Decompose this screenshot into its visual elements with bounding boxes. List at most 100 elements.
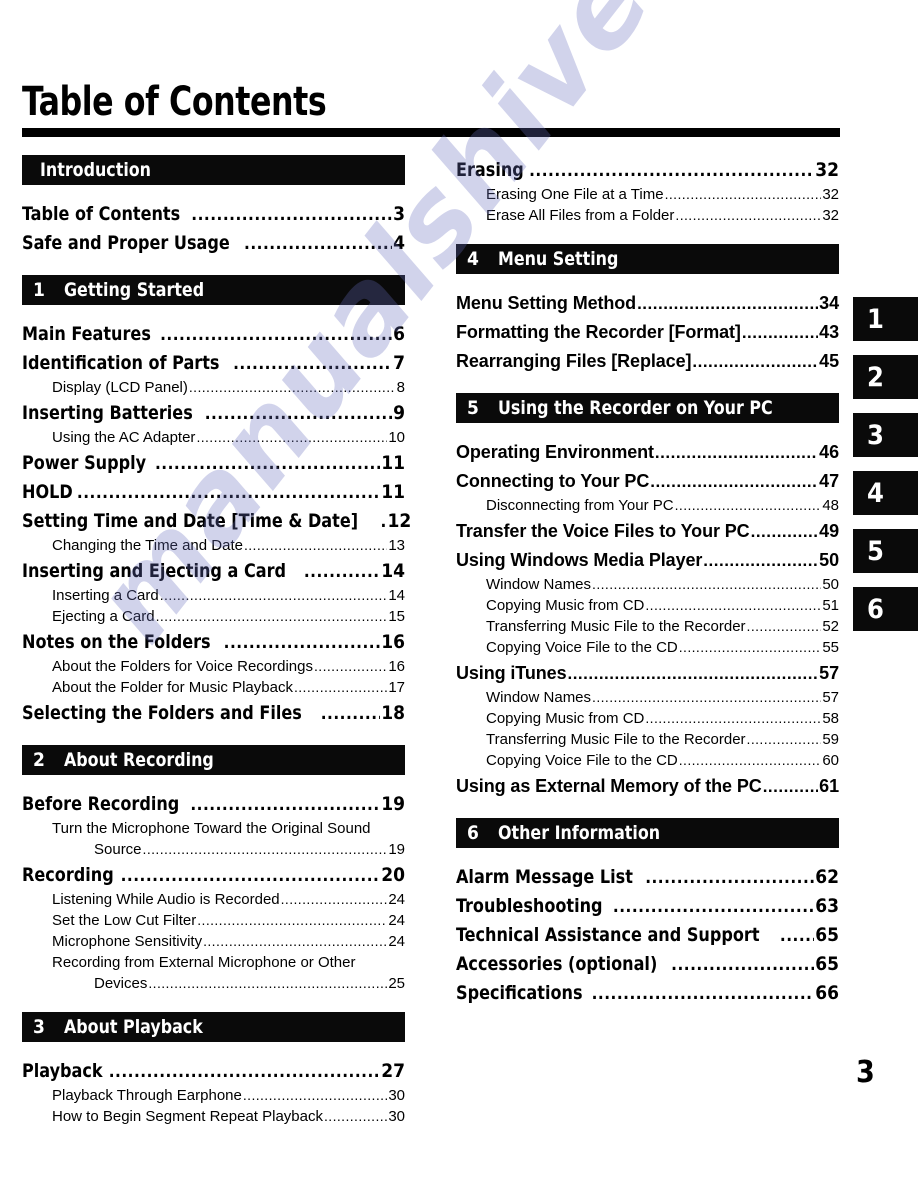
toc-entry-page: 63 [815, 895, 839, 917]
toc-entry[interactable]: Using as External Memory of the PC......… [456, 773, 839, 800]
toc-entry[interactable]: Transferring Music File to the Recorder.… [456, 729, 839, 750]
toc-entry[interactable]: Rearranging Files [Replace].............… [456, 348, 839, 375]
toc-entry[interactable]: Copying Music from CD...................… [456, 595, 839, 616]
toc-entry[interactable]: Source..................................… [22, 839, 405, 860]
toc-entry[interactable]: Alarm Message List......................… [456, 864, 839, 891]
toc-entry[interactable]: Inserting Batteries.....................… [22, 400, 405, 427]
toc-entry[interactable]: Using the AC Adapter....................… [22, 427, 405, 448]
toc-leader-dots: ........................................… [324, 1108, 388, 1124]
toc-entry[interactable]: How to Begin Segment Repeat Playback....… [22, 1106, 405, 1127]
toc-entry-text: Notes on the Folders [22, 631, 211, 653]
toc-leader-dots: ........................................… [612, 897, 815, 917]
thumb-tab-1[interactable]: 1 [853, 297, 918, 341]
toc-leader-dots: ........................................… [746, 618, 822, 634]
thumb-tab-3[interactable]: 3 [853, 413, 918, 457]
toc-entry-text: Inserting and Ejecting a Card [22, 560, 287, 582]
toc-entry-text[interactable]: Recording from External Microphone or Ot… [22, 952, 405, 973]
toc-entry[interactable]: Ejecting a Card.........................… [22, 606, 405, 627]
toc-entry-page: 11 [381, 481, 405, 503]
toc-entry[interactable]: Playback................................… [22, 1058, 405, 1085]
toc-entry-text: Inserting Batteries [22, 402, 193, 424]
toc-entry-page: 6 [393, 323, 405, 345]
toc-entry[interactable]: Specifications..........................… [456, 980, 839, 1007]
toc-entry[interactable]: Inserting and Ejecting a Card...........… [22, 558, 405, 585]
toc-entry[interactable]: Copying Voice File to the CD............… [456, 750, 839, 771]
toc-entry[interactable]: Main Features...........................… [22, 321, 405, 348]
thumb-tab-4[interactable]: 4 [853, 471, 918, 515]
toc-entry[interactable]: Notes on the Folders....................… [22, 629, 405, 656]
toc-entry-text: Recording [22, 864, 114, 886]
toc-entry[interactable]: Transferring Music File to the Recorder.… [456, 616, 839, 637]
toc-entry[interactable]: HOLD....................................… [22, 479, 405, 506]
toc-leader-dots: ........................................… [645, 710, 822, 726]
toc-entry[interactable]: Window Names............................… [456, 574, 839, 595]
toc-entry[interactable]: Recording...............................… [22, 862, 405, 889]
toc-entry[interactable]: Inserting a Card........................… [22, 585, 405, 606]
toc-leader-dots: ........................................… [320, 704, 380, 724]
toc-entry[interactable]: Formatting the Recorder [Format]........… [456, 319, 839, 346]
toc-entry[interactable]: Technical Assistance and Support........… [456, 922, 839, 949]
toc-entry[interactable]: Selecting the Folders and Files.........… [22, 700, 405, 727]
toc-entry[interactable]: Power Supply............................… [22, 450, 405, 477]
toc-entry[interactable]: Troubleshooting.........................… [456, 893, 839, 920]
toc-entry-text: Troubleshooting [456, 895, 603, 917]
toc-entry[interactable]: Operating Environment...................… [456, 439, 839, 466]
toc-entry[interactable]: About the Folders for Voice Recordings..… [22, 656, 405, 677]
toc-entry-page: 19 [388, 841, 405, 858]
toc-entry-text: Power Supply [22, 452, 147, 474]
toc-entry[interactable]: Transfer the Voice Files to Your PC.....… [456, 518, 839, 545]
thumb-tab-2[interactable]: 2 [853, 355, 918, 399]
toc-entry-page: 62 [815, 866, 839, 888]
toc-entry[interactable]: Accessories (optional)..................… [456, 951, 839, 978]
toc-entry[interactable]: Safe and Proper Usage...................… [22, 230, 405, 257]
toc-entry[interactable]: Connecting to Your PC...................… [456, 468, 839, 495]
toc-entry[interactable]: Using Windows Media Player..............… [456, 547, 839, 574]
toc-entry-page: 32 [822, 186, 839, 203]
toc-leader-dots: ........................................… [645, 868, 814, 888]
toc-entry[interactable]: Identification of Parts.................… [22, 350, 405, 377]
toc-entry[interactable]: Erase All Files from a Folder...........… [456, 205, 839, 226]
toc-leader-dots: ........................................… [160, 325, 393, 345]
toc-leader-dots: ........................................… [671, 955, 815, 975]
thumb-tab-5[interactable]: 5 [853, 529, 918, 573]
toc-entry[interactable]: Table of Contents.......................… [22, 201, 405, 228]
toc-entry[interactable]: Display (LCD Panel).....................… [22, 377, 405, 398]
toc-entry-page: 66 [815, 982, 839, 1004]
toc-entry-page: 47 [819, 471, 839, 491]
toc-leader-dots: ........................................… [762, 777, 818, 796]
toc-entry[interactable]: About the Folder for Music Playback.....… [22, 677, 405, 698]
toc-entry[interactable]: Erasing One File at a Time..............… [456, 184, 839, 205]
thumb-tab-6[interactable]: 6 [853, 587, 918, 631]
toc-entry-page: 55 [822, 639, 839, 656]
toc-entry[interactable]: Devices.................................… [22, 973, 405, 994]
toc-entry-text: Copying Music from CD [486, 710, 645, 727]
toc-entry[interactable]: Erasing.................................… [456, 157, 839, 184]
toc-entry[interactable]: Playback Through Earphone...............… [22, 1085, 405, 1106]
toc-entry-text: Display (LCD Panel) [52, 379, 188, 396]
toc-entry-page: 58 [822, 710, 839, 727]
toc-entry[interactable]: Disconnecting from Your PC..............… [456, 495, 839, 516]
toc-entry[interactable]: Using iTunes............................… [456, 660, 839, 687]
toc-entry[interactable]: Set the Low Cut Filter..................… [22, 910, 405, 931]
toc-entry-text: Window Names [486, 689, 592, 706]
toc-entry-text: Devices [94, 975, 148, 992]
toc-entry[interactable]: Listening While Audio is Recorded.......… [22, 889, 405, 910]
toc-entry-text[interactable]: Turn the Microphone Toward the Original … [22, 818, 405, 839]
toc-entry[interactable]: Setting Time and Date [Time & Date].....… [22, 508, 411, 535]
toc-entry[interactable]: Microphone Sensitivity..................… [22, 931, 405, 952]
toc-entry-page: 8 [396, 379, 405, 396]
toc-entry-text: Disconnecting from Your PC [486, 497, 674, 514]
section-label: Other Information [498, 821, 661, 844]
toc-entry[interactable]: Menu Setting Method.....................… [456, 290, 839, 317]
toc-entry[interactable]: Copying Music from CD...................… [456, 708, 839, 729]
toc-entry[interactable]: Before Recording........................… [22, 791, 405, 818]
toc-entry-text: Playback [22, 1060, 103, 1082]
toc-leader-dots: ........................................… [678, 639, 822, 655]
toc-entry[interactable]: Window Names............................… [456, 687, 839, 708]
toc-entry[interactable]: Changing the Time and Date..............… [22, 535, 405, 556]
toc-entry[interactable]: Copying Voice File to the CD............… [456, 637, 839, 658]
